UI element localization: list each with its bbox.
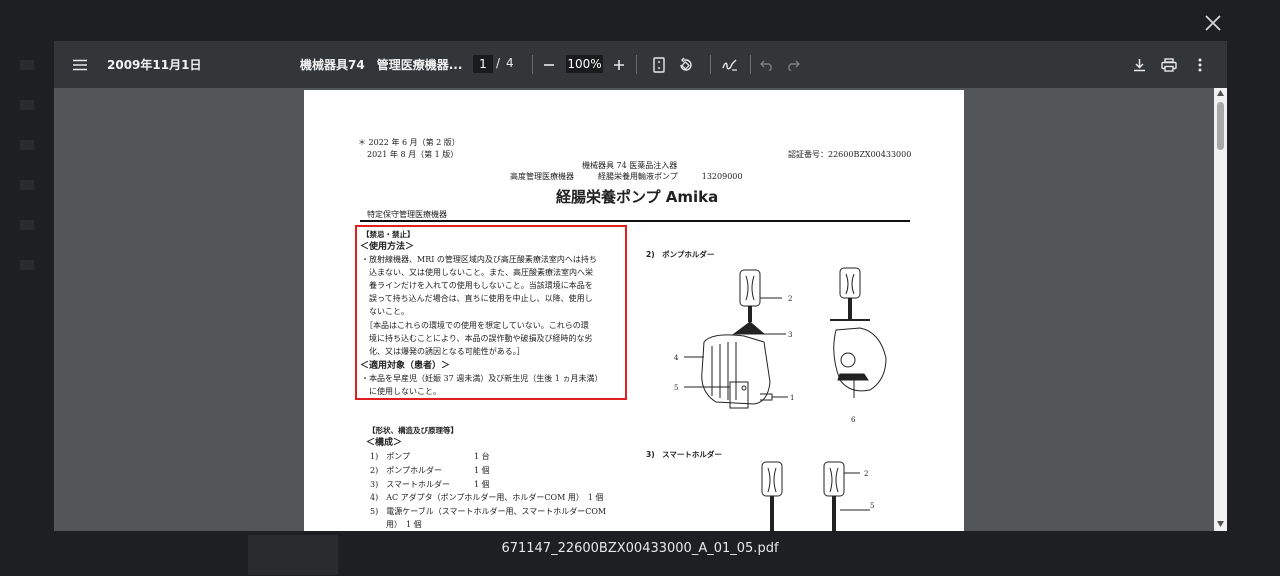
parts-item: 5) 電源ケーブル（スマートホルダー用、スマートホルダーCOM: [370, 507, 607, 516]
pump-holder-illustration: 2 3 4 5 1 6: [674, 267, 887, 424]
rotate-icon[interactable]: [676, 41, 696, 88]
parts-item: 3) スマートホルダー 1 個: [370, 480, 490, 489]
redo-icon[interactable]: [784, 41, 802, 88]
struct-heading: ＜構成＞: [366, 438, 403, 448]
warning-text: ないこと。: [361, 307, 409, 316]
parts-item: 1) ポンプ 1 台: [370, 452, 490, 461]
figure-label: 2: [864, 470, 868, 478]
download-icon[interactable]: [1130, 41, 1148, 88]
bg-ghost-element: [20, 60, 34, 70]
pdf-page: ＊ 2022 年 6 月（第 2 版） 2021 年 8 月（第 1 版） 認証…: [304, 90, 964, 531]
figure-label: 1: [790, 394, 794, 402]
bg-ghost-element: [20, 180, 34, 190]
warning-text: ・放射線機器、MRI の管理区域内及び高圧酸素療法室内へは持ち: [361, 255, 597, 264]
scroll-thumb[interactable]: [1217, 102, 1224, 150]
bg-ghost-element: [20, 140, 34, 150]
document-main-title: 経腸栄養ポンプ Amika: [556, 188, 719, 206]
bg-ghost-element: [20, 260, 34, 270]
shape-heading: 【形状、構造及び原理等】: [368, 426, 458, 435]
target-heading: ＜適用対象（患者）＞: [360, 361, 451, 371]
undo-icon[interactable]: [758, 41, 776, 88]
bg-ghost-element: [20, 220, 34, 230]
pdf-content-area[interactable]: ＊ 2022 年 6 月（第 2 版） 2021 年 8 月（第 1 版） 認証…: [54, 88, 1227, 531]
warning-text: ［本品はこれらの環境での使用を想定していない。これらの環: [361, 321, 589, 330]
print-icon[interactable]: [1159, 41, 1179, 88]
figure-label: 3: [788, 331, 792, 339]
usage-heading: ＜使用方法＞: [360, 242, 415, 252]
revision-line: 2021 年 8 月（第 1 版）: [367, 150, 459, 159]
pdf-toolbar: 2009年11月1日 機械器具74 管理医療機器... 1 / 4 100%: [54, 41, 1227, 88]
bg-ghost-element: [20, 100, 34, 110]
toolbar-divider: [636, 55, 637, 74]
toolbar-divider: [532, 55, 533, 74]
figure-title: 3) スマートホルダー: [646, 450, 722, 459]
document-title: 機械器具74 管理医療機器...: [300, 58, 463, 72]
title-rule: [360, 220, 910, 222]
warning-text: 化、又は爆発の誘因となる可能性がある。］: [361, 347, 525, 356]
revision-line: ＊ 2022 年 6 月（第 2 版）: [358, 138, 460, 147]
fit-page-icon[interactable]: [650, 41, 668, 88]
warning-heading: 【禁忌・禁止】: [362, 230, 415, 239]
warning-text: 養ラインだけを入れての使用もしないこと。当該環境に本品を: [361, 281, 593, 290]
pdf-viewer: 2009年11月1日 機械器具74 管理医療機器... 1 / 4 100% ＊…: [54, 41, 1227, 531]
cert-number: 認証番号：22600BZX00433000: [788, 150, 912, 159]
target-text: ・本品を早産児（妊娠 37 週未満）及び新生児（生後 1 ヵ月未満）: [361, 374, 603, 383]
vertical-scrollbar[interactable]: [1214, 88, 1227, 531]
scroll-up-icon[interactable]: [1217, 90, 1224, 96]
parts-item: 4) AC アダプタ（ポンプホルダー用、ホルダーCOM 用） 1 個: [370, 493, 604, 502]
parts-item: 用） 1 個: [370, 520, 422, 529]
toolbar-divider: [750, 55, 751, 74]
scroll-down-icon[interactable]: [1217, 521, 1224, 527]
plus-icon[interactable]: [610, 41, 628, 88]
figure-title: 2) ポンプホルダー: [646, 250, 715, 259]
figure-label: 6: [851, 416, 856, 424]
warning-text: 境に持ち込むことにより、本品の誤作動や破損及び経時的な劣: [361, 334, 593, 343]
smart-holder-illustration: 2 5: [761, 461, 874, 531]
menu-icon[interactable]: [68, 41, 92, 88]
special-label: 特定保守管理医療機器: [367, 210, 447, 219]
figure-label: 5: [870, 502, 874, 510]
toolbar-divider: [710, 55, 711, 74]
page-number-input[interactable]: 1: [473, 55, 493, 73]
warning-text: 込まない、又は使用しないこと。また、高圧酸素療法室内へ栄: [361, 268, 593, 277]
page-separator: /: [496, 56, 501, 70]
page-total: 4: [506, 56, 514, 70]
figure-label: 4: [674, 354, 679, 362]
close-icon[interactable]: [1200, 10, 1226, 36]
figure-label: 2: [788, 295, 792, 303]
target-text: に使用しないこと。: [361, 387, 441, 396]
file-name-caption: 671147_22600BZX00433000_A_01_05.pdf: [501, 541, 779, 556]
category-line: 高度管理医療機器 経腸栄養用輸液ポンプ 13209000: [510, 172, 743, 181]
date-title: 2009年11月1日: [107, 58, 202, 72]
annotate-icon[interactable]: [720, 41, 740, 88]
warning-text: 誤って持ち込んだ場合は、直ちに使用を中止し、以降、使用し: [361, 294, 593, 303]
parts-item: 2) ポンプホルダー 1 個: [370, 466, 490, 475]
more-vert-icon[interactable]: [1192, 41, 1208, 88]
minus-icon[interactable]: [540, 41, 558, 88]
zoom-level[interactable]: 100%: [566, 55, 603, 73]
category-line: 機械器具 74 医薬品注入器: [582, 161, 678, 170]
figure-label: 5: [674, 384, 678, 392]
